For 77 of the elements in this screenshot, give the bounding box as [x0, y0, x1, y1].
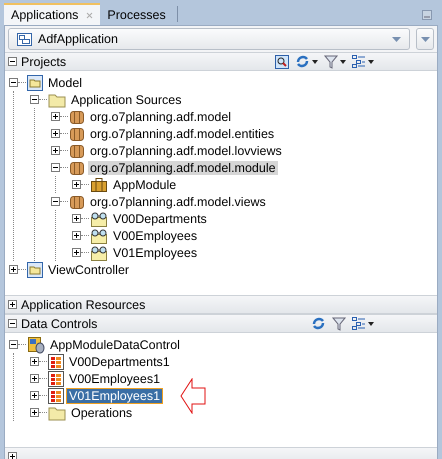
expand-toggle-icon[interactable]	[72, 248, 81, 257]
folder-icon	[48, 92, 66, 108]
tree-item[interactable]: org.o7planning.adf.model.lovviews	[88, 144, 284, 158]
tree-item[interactable]: ViewController	[46, 262, 132, 276]
tree-item[interactable]: V01Employees	[111, 246, 200, 260]
package-icon	[69, 194, 85, 210]
tree-options-tool[interactable]	[352, 317, 374, 330]
collapse-toggle-icon[interactable]	[9, 340, 18, 349]
minimize-icon[interactable]	[422, 10, 432, 20]
tree-item[interactable]: org.o7planning.adf.model.views	[88, 194, 268, 208]
project-folder-icon	[27, 262, 43, 278]
package-icon	[69, 142, 85, 158]
caret-icon	[420, 36, 430, 42]
tree-item[interactable]: org.o7planning.adf.model	[88, 110, 234, 124]
expand-toggle-icon[interactable]	[30, 408, 39, 417]
collapse-toggle-icon[interactable]	[8, 57, 17, 66]
expand-toggle-icon[interactable]	[72, 231, 81, 240]
section-title: Application Resources	[21, 298, 146, 312]
filter-icon[interactable]	[332, 316, 346, 330]
folder-icon	[48, 404, 66, 420]
collapse-toggle-icon[interactable]	[51, 163, 60, 172]
search-icon[interactable]	[275, 54, 289, 68]
collapse-toggle-icon[interactable]	[9, 78, 18, 87]
expand-toggle-icon[interactable]	[51, 146, 60, 155]
package-icon	[69, 160, 85, 176]
data-control-icon	[27, 336, 45, 354]
package-icon	[69, 126, 85, 142]
briefcase-icon	[90, 176, 108, 192]
tree-item[interactable]: org.o7planning.adf.model.entities	[88, 126, 276, 140]
project-folder-icon	[27, 74, 43, 90]
expand-toggle-icon[interactable]	[72, 180, 81, 189]
view-object-icon	[90, 228, 108, 244]
tree-item[interactable]: V01Employees1	[67, 388, 162, 402]
section-title: Data Controls	[21, 316, 98, 330]
tab[interactable]: Applications	[4, 3, 100, 25]
collapse-toggle-icon[interactable]	[51, 197, 60, 206]
tree-options-tool[interactable]	[352, 55, 374, 68]
tree-item[interactable]: V00Employees1	[67, 372, 162, 386]
section-title: Projects	[21, 54, 66, 68]
collapse-toggle-icon[interactable]	[8, 319, 17, 328]
expand-toggle-icon[interactable]	[30, 357, 39, 366]
filter-tool[interactable]	[324, 54, 346, 68]
tree-item[interactable]: V00Departments1	[67, 354, 172, 368]
caret-icon	[368, 322, 374, 326]
collection-icon	[48, 354, 64, 370]
tree-item[interactable]: Application Sources	[69, 92, 184, 106]
expand-toggle-icon[interactable]	[8, 452, 17, 459]
expand-toggle-icon[interactable]	[30, 391, 39, 400]
tree-item[interactable]: Model	[46, 76, 84, 90]
caret-icon	[368, 60, 374, 64]
expand-toggle-icon[interactable]	[72, 214, 81, 223]
application-icon	[17, 32, 32, 46]
tree-item[interactable]: V00Departments	[111, 212, 209, 226]
sync-tool[interactable]	[295, 54, 318, 69]
tree-item[interactable]: AppModule	[111, 178, 178, 192]
collection-icon	[48, 370, 64, 386]
sync-icon[interactable]	[311, 316, 326, 331]
dropdown-arrow-icon	[392, 36, 401, 42]
expand-toggle-icon[interactable]	[9, 265, 18, 274]
collection-icon	[48, 388, 64, 404]
tab[interactable]: Processes	[100, 3, 173, 25]
expand-toggle-icon[interactable]	[51, 112, 60, 121]
expand-toggle-icon[interactable]	[51, 129, 60, 138]
caret-icon	[312, 60, 318, 64]
package-icon	[69, 108, 85, 124]
application-dropdown[interactable]: AdfApplication	[8, 28, 410, 50]
menu-dropdown-button[interactable]	[416, 28, 434, 50]
tree-item[interactable]: AppModuleDataControl	[48, 338, 182, 352]
expand-toggle-icon[interactable]	[30, 374, 39, 383]
collapse-toggle-icon[interactable]	[30, 95, 39, 104]
caret-icon	[340, 60, 346, 64]
expand-toggle-icon[interactable]	[8, 300, 17, 309]
view-object-icon	[90, 210, 108, 226]
tree-item[interactable]: org.o7planning.adf.model.module	[88, 160, 278, 174]
tree-item[interactable]: Operations	[69, 406, 134, 420]
tree-item[interactable]: V00Employees	[111, 228, 200, 242]
view-object-icon	[90, 244, 108, 260]
